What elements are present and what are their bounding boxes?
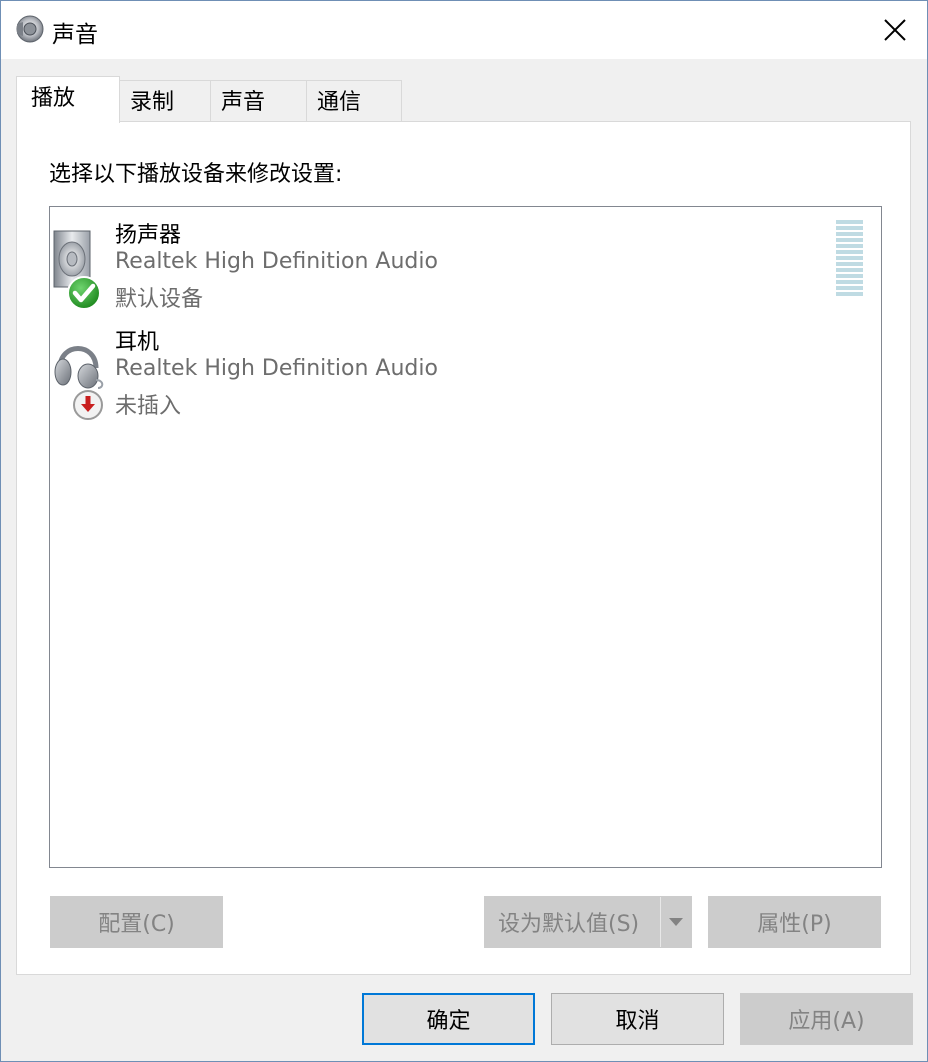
instruction-text: 选择以下播放设备来修改设置: <box>49 162 343 187</box>
properties-button[interactable]: 属性(P) <box>708 896 881 948</box>
window-title: 声音 <box>52 22 98 48</box>
apply-button[interactable]: 应用(A) <box>740 993 913 1045</box>
check-badge-icon <box>67 276 101 310</box>
device-name: 扬声器 <box>115 223 182 248</box>
cancel-button[interactable]: 取消 <box>551 993 724 1045</box>
configure-button[interactable]: 配置(C) <box>50 896 223 948</box>
tab-communications[interactable]: 通信 <box>306 80 402 121</box>
playback-panel: 选择以下播放设备来修改设置: 扬声器 Realtek High Definiti… <box>16 121 911 975</box>
title-bar: 声音 <box>1 1 927 59</box>
device-driver: Realtek High Definition Audio <box>115 356 438 381</box>
set-default-label: 设为默认值(S) <box>498 912 640 937</box>
device-status: 默认设备 <box>115 287 204 312</box>
tab-sounds[interactable]: 声音 <box>210 80 307 121</box>
tab-recording[interactable]: 录制 <box>119 80 215 121</box>
device-headphones[interactable]: 耳机 Realtek High Definition Audio 未插入 <box>50 314 881 420</box>
set-default-dropdown[interactable] <box>660 897 691 947</box>
ok-button[interactable]: 确定 <box>362 993 535 1045</box>
unplugged-badge-icon <box>73 390 103 420</box>
device-name: 耳机 <box>115 330 160 355</box>
close-icon <box>884 19 906 41</box>
device-list[interactable]: 扬声器 Realtek High Definition Audio 默认设备 耳… <box>49 206 882 868</box>
tab-playback[interactable]: 播放 <box>16 76 120 123</box>
close-button[interactable] <box>863 1 927 59</box>
device-speakers[interactable]: 扬声器 Realtek High Definition Audio 默认设备 <box>50 207 881 312</box>
chevron-down-icon <box>669 918 683 926</box>
speaker-icon <box>16 15 44 43</box>
device-driver: Realtek High Definition Audio <box>115 249 438 274</box>
volume-level-meter <box>836 220 863 300</box>
set-default-button[interactable]: 设为默认值(S) <box>484 896 692 948</box>
device-status: 未插入 <box>115 394 182 419</box>
sound-dialog: 声音 播放 录制 声音 通信 选择以下播放设备来修改设置: 扬声器 Realte… <box>0 0 928 1062</box>
